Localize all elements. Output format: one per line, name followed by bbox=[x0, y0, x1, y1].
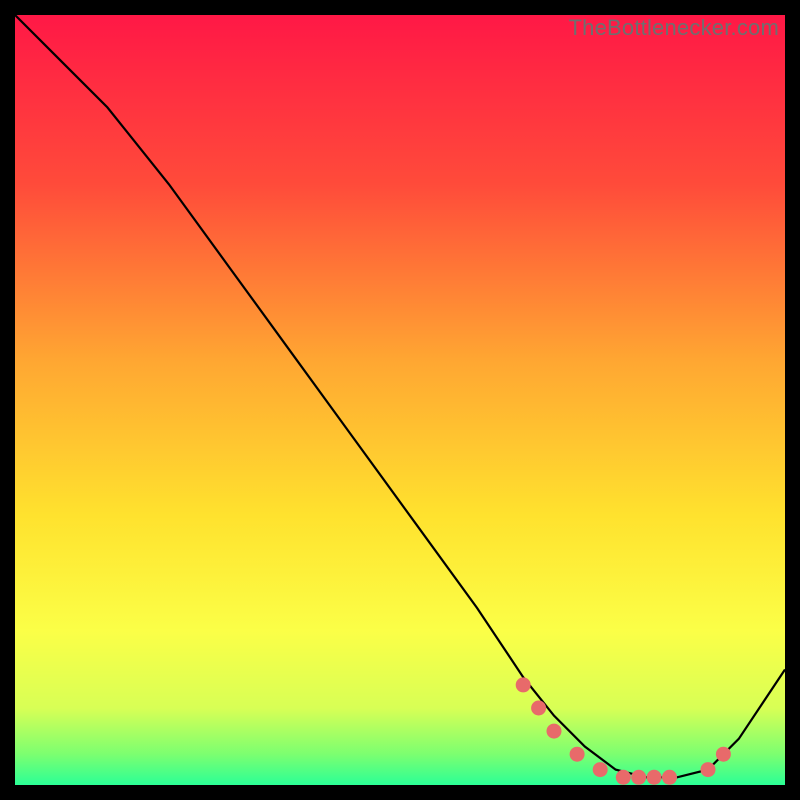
data-point bbox=[616, 770, 631, 785]
watermark-text: TheBottlenecker.com bbox=[569, 15, 779, 41]
data-point bbox=[593, 762, 608, 777]
data-point bbox=[631, 770, 646, 785]
data-point bbox=[547, 724, 562, 739]
data-point bbox=[647, 770, 662, 785]
data-point bbox=[516, 677, 531, 692]
data-point bbox=[701, 762, 716, 777]
data-point bbox=[716, 747, 731, 762]
data-point bbox=[531, 701, 546, 716]
chart-frame: TheBottlenecker.com bbox=[15, 15, 785, 785]
gradient-background bbox=[15, 15, 785, 785]
bottleneck-chart bbox=[15, 15, 785, 785]
data-point bbox=[662, 770, 677, 785]
data-point bbox=[570, 747, 585, 762]
